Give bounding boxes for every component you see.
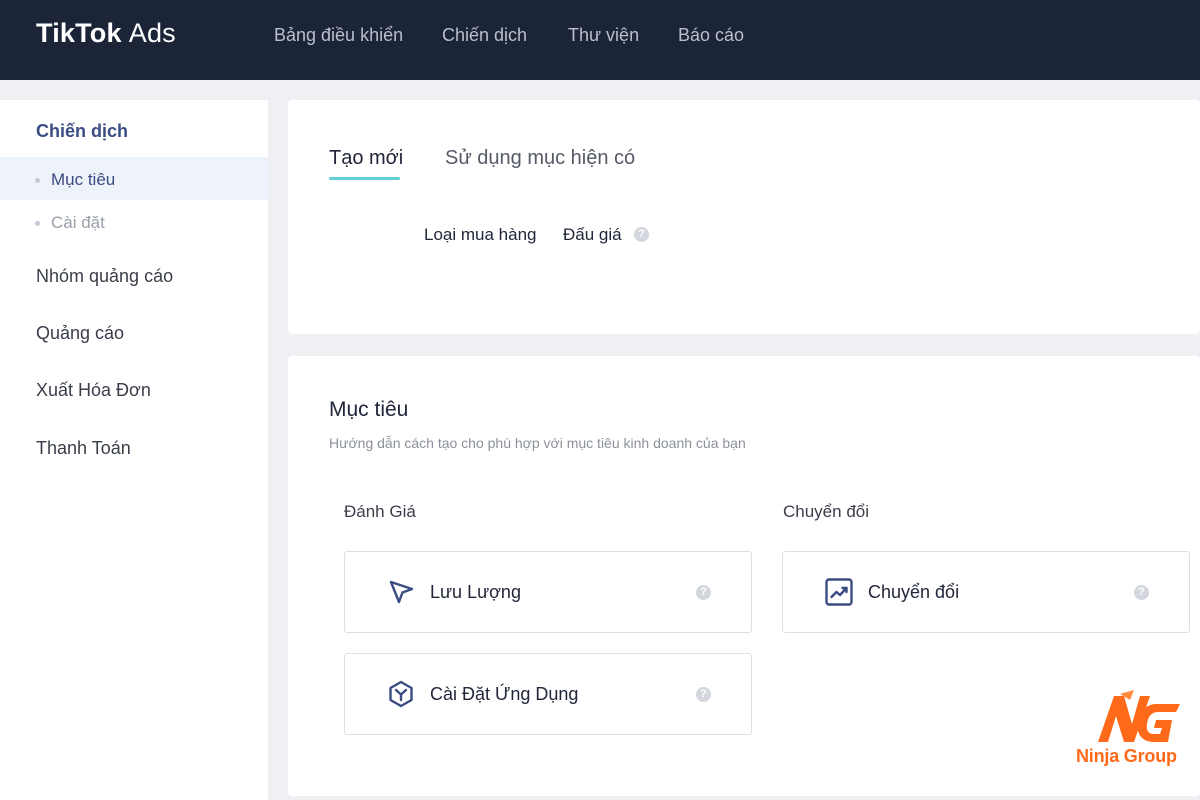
buying-type-value: Đấu giá [563,225,622,244]
help-icon[interactable]: ? [634,227,649,242]
group-label-awareness: Đánh Giá [344,502,416,521]
objective-option-app-install[interactable]: Cài Đặt Ứng Dụng ? [344,653,752,735]
nav-campaign[interactable]: Chiến dịch [442,25,527,46]
sidebar-item-objective[interactable]: Mục tiêu [51,170,115,190]
sidebar-bullet [35,178,40,183]
objective-option-label: Cài Đặt Ứng Dụng [430,684,579,704]
watermark-text: Ninja Group [1076,746,1177,766]
objective-card: Mục tiêu Hướng dẫn cách tạo cho phù hợp … [288,356,1200,796]
sidebar-item-ad-groups[interactable]: Nhóm quảng cáo [36,266,173,287]
cursor-arrow-icon [389,580,414,604]
buying-type-label: Loại mua hàng [424,225,537,244]
help-icon[interactable]: ? [1134,585,1149,600]
sidebar-bullet [35,221,40,226]
brand-name-bold: TikTok [36,18,122,48]
help-icon[interactable]: ? [696,687,711,702]
sidebar-active-highlight [0,157,268,200]
tab-create-new[interactable]: Tạo mới [329,147,403,170]
objective-option-conversion[interactable]: Chuyển đổi ? [782,551,1190,633]
active-tab-indicator [329,177,400,180]
sidebar: Chiến dịch Mục tiêu Cài đặt Nhóm quảng c… [0,100,268,800]
nav-library[interactable]: Thư viện [568,25,639,46]
conversion-chart-icon [825,578,853,606]
brand-name-light: Ads [128,18,176,48]
top-navbar: TikTok Ads Bảng điều khiển Chiến dịch Thư… [0,0,1200,80]
tiktok-ads-logo[interactable]: TikTok Ads [36,18,176,49]
tab-use-existing[interactable]: Sử dụng mục hiện có [445,147,635,170]
app-install-icon [389,680,413,708]
sidebar-heading-campaign[interactable]: Chiến dịch [36,121,128,142]
group-label-conversion: Chuyển đổi [783,502,870,521]
objective-option-label: Lưu Lượng [430,582,521,602]
campaign-setup-card: Tạo mới Sử dụng mục hiện có Loại mua hàn… [288,100,1200,334]
sidebar-item-invoices[interactable]: Xuất Hóa Đơn [36,380,151,401]
nav-reports[interactable]: Báo cáo [678,25,744,46]
sidebar-item-ads[interactable]: Quảng cáo [36,323,124,344]
objective-option-label: Chuyển đổi [868,582,960,602]
nav-dashboard[interactable]: Bảng điều khiển [274,25,403,46]
help-icon[interactable]: ? [696,585,711,600]
sidebar-item-payment[interactable]: Thanh Toán [36,438,131,459]
section-subtitle: Hướng dẫn cách tạo cho phù hợp với mục t… [329,435,746,451]
sidebar-item-settings[interactable]: Cài đặt [51,213,105,233]
objective-option-traffic[interactable]: Lưu Lượng ? [344,551,752,633]
section-title: Mục tiêu [329,398,409,421]
